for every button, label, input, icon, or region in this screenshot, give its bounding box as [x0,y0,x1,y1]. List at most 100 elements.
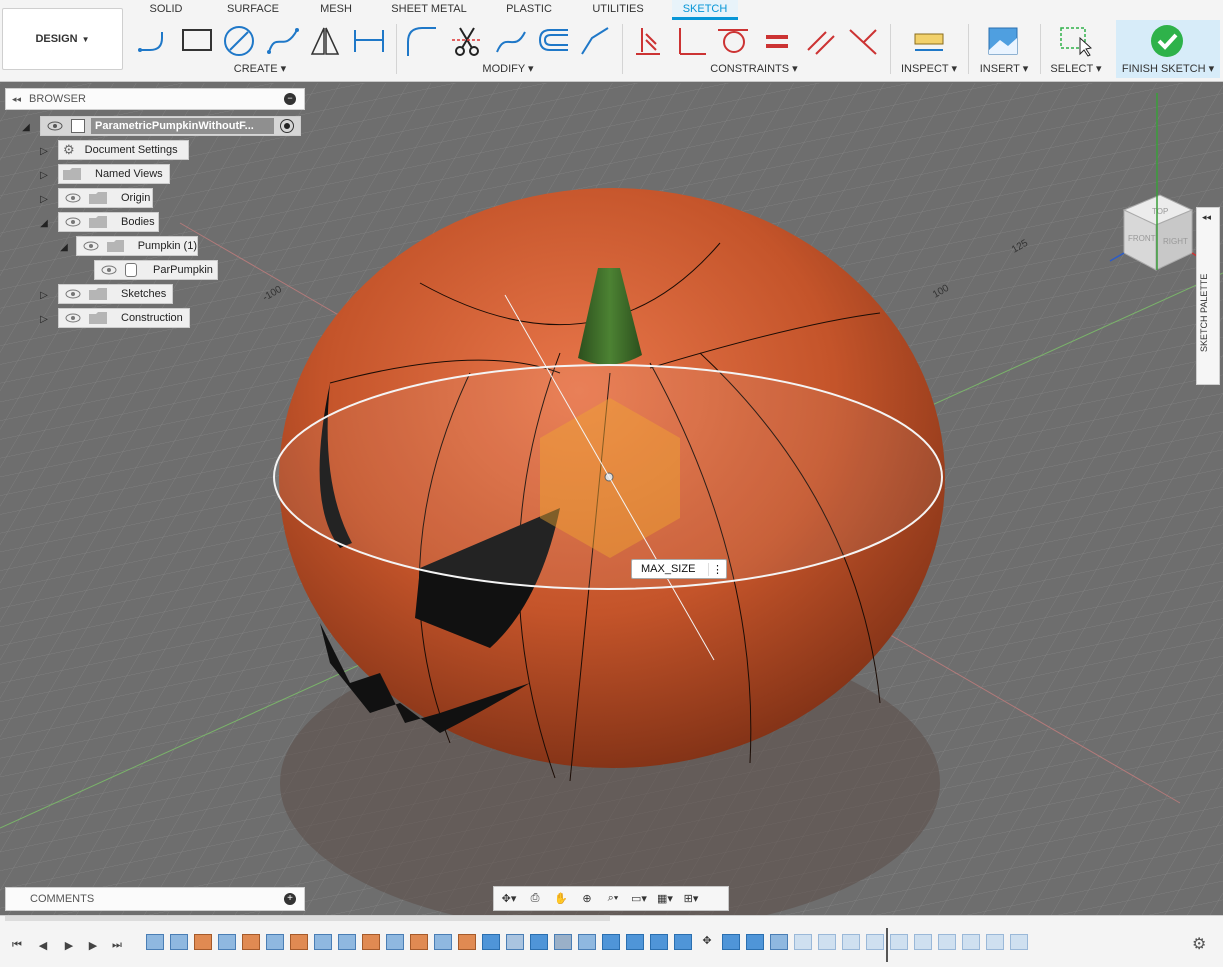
pan-hand-icon[interactable]: ✋ [550,890,572,908]
comments-panel-header[interactable]: COMMENTS + [5,887,305,911]
step-back-icon[interactable]: ◀ [34,936,52,954]
sketch-feature-icon[interactable] [794,934,812,950]
collinear-constraint-icon[interactable] [846,24,880,58]
insert-menu[interactable]: INSERT ▾ [976,62,1032,76]
body-feature-icon[interactable] [962,934,980,950]
tab-sketch[interactable]: SKETCH [672,0,738,20]
viewports-icon[interactable]: ⊞▾ [680,890,702,908]
inspect-menu[interactable]: INSPECT ▾ [896,62,962,76]
sketch-feature-icon[interactable] [770,934,788,950]
extrude-feature-icon[interactable] [290,934,308,950]
extrude-feature-icon[interactable] [194,934,212,950]
step-forward-icon[interactable]: ▶ [84,936,102,954]
move-feature-icon[interactable]: ✥ [698,934,716,950]
tree-expand-arrow[interactable]: ◢ [58,241,70,253]
tab-utilities[interactable]: UTILITIES [586,0,650,20]
timeline-scrollbar[interactable] [5,916,610,921]
offset-tool-icon[interactable] [536,24,570,58]
browser-item-named-views[interactable]: Named Views [58,164,170,184]
fit-icon[interactable]: ⌕▾ [602,890,624,908]
extrude-feature-icon[interactable] [362,934,380,950]
tree-expand-arrow[interactable]: ◢ [38,217,50,229]
browser-item-construction[interactable]: Construction [58,308,190,328]
eye-icon[interactable] [65,192,81,204]
finish-sketch-label[interactable]: FINISH SKETCH ▾ [1120,62,1216,76]
browser-item-parpumpkin[interactable]: ParPumpkin [94,260,218,280]
browser-item-sketches[interactable]: Sketches [58,284,173,304]
circle-tool-icon[interactable] [222,24,256,58]
design-workspace-button[interactable]: DESIGN ▼ [2,8,123,70]
perpendicular-constraint-icon[interactable] [674,24,708,58]
sketch-feature-icon[interactable] [218,934,236,950]
canvas-viewport[interactable]: -100 100 125 TOP FRONT RIGHT [0,83,1223,915]
extrude-feature-icon[interactable] [458,934,476,950]
equal-constraint-icon[interactable] [760,24,794,58]
display-settings-icon[interactable]: ▭▾ [628,890,650,908]
go-to-start-icon[interactable]: ⏮ [8,936,26,954]
look-at-icon[interactable]: ⎙ [524,890,546,908]
sketch-feature-icon[interactable] [578,934,596,950]
browser-root-node[interactable]: ParametricPumpkinWithoutF... [40,116,301,136]
activate-radio-icon[interactable] [280,119,294,133]
sketch-feature-icon[interactable] [170,934,188,950]
sketch-feature-icon[interactable] [338,934,356,950]
body-feature-icon[interactable] [482,934,500,950]
select-menu[interactable]: SELECT ▾ [1046,62,1106,76]
tab-plastic[interactable]: PLASTIC [500,0,558,20]
tab-mesh[interactable]: MESH [312,0,360,20]
fillet-feature-icon[interactable] [554,934,572,950]
eye-icon[interactable] [65,312,81,324]
browser-item-bodies[interactable]: Bodies [58,212,159,232]
tree-expand-arrow[interactable]: ▷ [38,289,50,301]
body-feature-icon[interactable] [530,934,548,950]
go-to-end-icon[interactable]: ⏭ [108,936,126,954]
collapse-panel-icon[interactable]: ◂◂ [12,94,21,105]
insert-image-icon[interactable] [986,24,1020,58]
parallel-constraint-icon[interactable] [804,24,838,58]
break-tool-icon[interactable] [578,24,612,58]
sketch-feature-icon[interactable] [266,934,284,950]
tree-expand-arrow[interactable]: ▷ [38,193,50,205]
trim-scissors-icon[interactable] [450,24,484,58]
modify-menu[interactable]: MODIFY ▾ [472,62,544,76]
sketch-feature-icon[interactable] [434,934,452,950]
body-feature-icon[interactable] [842,934,860,950]
sketch-feature-icon[interactable] [146,934,164,950]
timeline-features[interactable]: ✥ [146,934,1176,954]
extrude-feature-icon[interactable] [410,934,428,950]
eye-icon[interactable] [101,264,117,276]
tab-solid[interactable]: SOLID [140,0,192,20]
body-feature-icon[interactable] [986,934,1004,950]
select-box-icon[interactable] [1058,24,1092,58]
checkmark-icon[interactable] [1150,24,1184,58]
browser-item-origin[interactable]: Origin [58,188,153,208]
orbit-icon[interactable]: ✥▾ [498,890,520,908]
sketch-palette-panel[interactable]: ◂◂ SKETCH PALETTE [1196,207,1220,385]
eye-icon[interactable] [65,216,81,228]
browser-item-pumpkin[interactable]: Pumpkin (1) [76,236,198,256]
timeline-marker[interactable] [886,928,888,962]
combine-feature-icon[interactable] [506,934,524,950]
extrude-feature-icon[interactable] [242,934,260,950]
tab-sheet-metal[interactable]: SHEET METAL [388,0,470,20]
create-menu[interactable]: CREATE ▾ [224,62,296,76]
body-feature-icon[interactable] [890,934,908,950]
dimension-tool-icon[interactable] [352,24,386,58]
body-feature-icon[interactable] [722,934,740,950]
play-icon[interactable]: ▶ [60,936,78,954]
minimize-icon[interactable]: − [284,93,296,105]
tree-expand-arrow[interactable]: ▷ [38,145,50,157]
tab-surface[interactable]: SURFACE [222,0,284,20]
more-options-icon[interactable]: ⋮ [708,562,726,576]
body-feature-icon[interactable] [602,934,620,950]
tree-expand-arrow[interactable]: ▷ [38,169,50,181]
sketch-feature-icon[interactable] [866,934,884,950]
fillet-tool-icon[interactable] [404,24,438,58]
rectangle-tool-icon[interactable] [180,24,214,58]
line-tool-icon[interactable] [136,24,170,58]
tree-expand-arrow-root[interactable]: ◢ [20,121,32,133]
tangent-constraint-icon[interactable] [716,24,750,58]
sketch-feature-icon[interactable] [314,934,332,950]
add-comment-icon[interactable]: + [284,893,296,905]
timeline-settings-gear-icon[interactable]: ⚙ [1192,934,1206,954]
